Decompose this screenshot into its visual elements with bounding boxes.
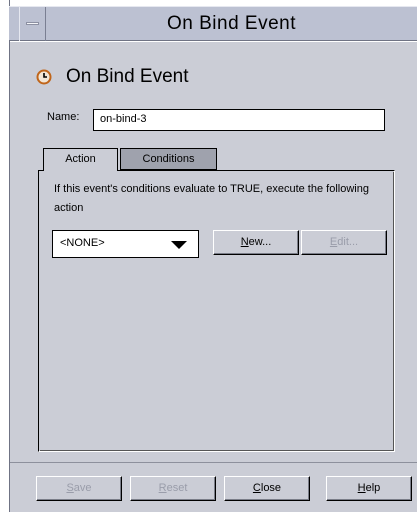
- action-select[interactable]: <NONE>: [52, 230, 199, 258]
- tab-conditions[interactable]: Conditions: [120, 148, 217, 170]
- action-description: If this event's conditions evaluate to T…: [54, 183, 369, 214]
- page-title: On Bind Event: [66, 66, 189, 87]
- clock-icon: [36, 69, 52, 85]
- edit-button[interactable]: Edit...: [301, 230, 387, 255]
- window-menu-icon: [26, 22, 39, 25]
- dialog-window: On Bind Event On Bind Event Name: on-bin…: [0, 0, 417, 512]
- save-button[interactable]: Save: [36, 476, 122, 501]
- window-menu-button[interactable]: [19, 7, 46, 41]
- name-label: Name:: [47, 111, 80, 123]
- close-button[interactable]: Close: [224, 476, 310, 501]
- name-field[interactable]: on-bind-3: [93, 109, 385, 131]
- footer-divider: [10, 462, 417, 463]
- reset-button[interactable]: Reset: [130, 476, 216, 501]
- dialog-heading: On Bind Event: [36, 64, 189, 90]
- help-button[interactable]: Help: [326, 476, 412, 501]
- tab-action[interactable]: Action: [43, 148, 118, 171]
- new-button[interactable]: New...: [213, 230, 299, 255]
- window-title: On Bind Event: [166, 13, 297, 34]
- dropdown-arrow-icon: [171, 241, 187, 249]
- title-bar[interactable]: On Bind Event: [9, 6, 417, 41]
- action-select-value: <NONE>: [60, 237, 105, 249]
- window-edge: [0, 0, 10, 512]
